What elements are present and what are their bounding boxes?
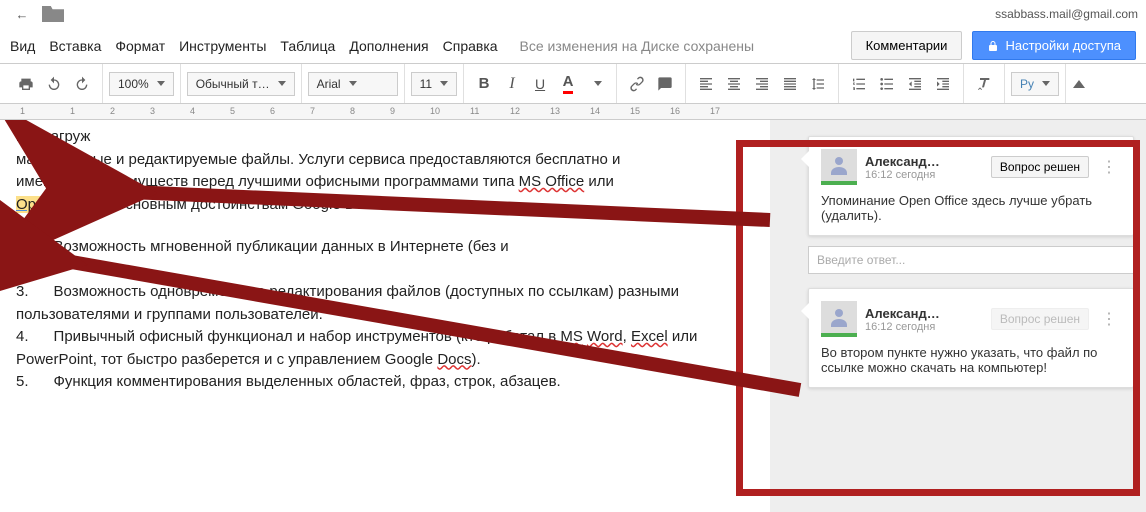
chevron-down-icon xyxy=(349,81,357,86)
avatar xyxy=(821,149,857,185)
align-left-icon[interactable] xyxy=(692,70,720,98)
comment-time: 16:12 сегодня xyxy=(865,169,983,181)
doc-line: Open Office. К основным достоинствам Goo… xyxy=(16,194,754,217)
link-icon[interactable] xyxy=(623,70,651,98)
chevron-down-icon xyxy=(1042,81,1050,86)
italic-button[interactable]: I xyxy=(498,70,526,98)
list-item: 1. Возможность мгновенной публикации дан… xyxy=(16,236,754,259)
chevron-down-icon xyxy=(440,81,448,86)
menubar: Вид Вставка Формат Инструменты Таблица Д… xyxy=(0,28,1146,64)
list-item: 4. Привычный офисный функционал и набор … xyxy=(16,326,754,371)
comment-icon[interactable] xyxy=(651,70,679,98)
font-select[interactable]: Arial xyxy=(308,72,398,96)
menu-view[interactable]: Вид xyxy=(10,38,35,54)
align-right-icon[interactable] xyxy=(748,70,776,98)
menu-table[interactable]: Таблица xyxy=(280,38,335,54)
share-button-label: Настройки доступа xyxy=(1005,38,1121,53)
clear-format-icon[interactable] xyxy=(970,70,998,98)
decrease-indent-icon[interactable] xyxy=(901,70,929,98)
comment-body: Во втором пункте нужно указать, что файл… xyxy=(821,345,1121,375)
comment-body: Упоминание Open Office здесь лучше убрат… xyxy=(821,193,1121,223)
comments-pane: Александ… 16:12 сегодня Вопрос решен ⋮ У… xyxy=(770,120,1146,512)
line-spacing-icon[interactable] xyxy=(804,70,832,98)
comment-card[interactable]: Александ… 16:12 сегодня Вопрос решен ⋮ В… xyxy=(808,288,1134,388)
highlighted-text: Open Office xyxy=(16,196,96,213)
comment-card[interactable]: Александ… 16:12 сегодня Вопрос решен ⋮ У… xyxy=(808,136,1134,236)
reply-input[interactable]: Введите ответ... xyxy=(808,246,1134,274)
back-button[interactable]: ← xyxy=(8,0,36,28)
comment-time: 16:12 сегодня xyxy=(865,321,983,333)
redo-icon[interactable] xyxy=(68,70,96,98)
menu-addons[interactable]: Дополнения xyxy=(349,38,428,54)
color-more-icon[interactable] xyxy=(582,70,610,98)
chevron-down-icon xyxy=(278,81,286,86)
paragraph-style-select[interactable]: Обычный т… xyxy=(187,72,295,96)
menu-help[interactable]: Справка xyxy=(443,38,498,54)
undo-icon[interactable] xyxy=(40,70,68,98)
comments-button[interactable]: Комментарии xyxy=(851,31,963,60)
ruler[interactable]: 1 1 2 3 4 5 6 7 8 9 10 11 12 13 14 15 16… xyxy=(0,104,1146,120)
resolve-button[interactable]: Вопрос решен xyxy=(991,308,1089,330)
numbered-list-icon[interactable] xyxy=(845,70,873,98)
bulleted-list-icon[interactable] xyxy=(873,70,901,98)
menu-tools[interactable]: Инструменты xyxy=(179,38,266,54)
document-page[interactable]: все загруж матриваемые и редактируемые ф… xyxy=(0,120,770,512)
align-center-icon[interactable] xyxy=(720,70,748,98)
print-icon[interactable] xyxy=(12,70,40,98)
share-button[interactable]: Настройки доступа xyxy=(972,31,1136,60)
align-justify-icon[interactable] xyxy=(776,70,804,98)
font-size-select[interactable]: 11 xyxy=(411,72,457,96)
chevron-down-icon xyxy=(157,81,165,86)
input-tools-select[interactable]: Py xyxy=(1011,72,1059,96)
more-icon[interactable]: ⋮ xyxy=(1097,309,1121,329)
text-color-button[interactable]: A xyxy=(554,70,582,98)
menu-insert[interactable]: Вставка xyxy=(49,38,101,54)
chevron-up-icon xyxy=(1073,80,1085,88)
expand-toolbar-button[interactable] xyxy=(1066,80,1092,88)
list-item: 5. Функция комментирования выделенных об… xyxy=(16,371,754,394)
list-item: 3. Возможность одновременного редактиров… xyxy=(16,281,754,326)
resolve-button[interactable]: Вопрос решен xyxy=(991,156,1089,178)
lock-icon xyxy=(987,40,999,52)
more-icon[interactable]: ⋮ xyxy=(1097,157,1121,177)
increase-indent-icon[interactable] xyxy=(929,70,957,98)
toolbar: 100% Обычный т… Arial 11 B I U A Py xyxy=(0,64,1146,104)
folder-icon[interactable] xyxy=(42,6,64,22)
doc-highlight-marker xyxy=(16,259,754,282)
doc-line: матриваемые и редактируемые файлы. Услуг… xyxy=(16,149,754,172)
save-state-label: Все изменения на Диске сохранены xyxy=(520,38,755,54)
doc-line: имеют ряд преимуществ перед лучшими офис… xyxy=(16,171,754,194)
bold-button[interactable]: B xyxy=(470,70,498,98)
user-email[interactable]: ssabbass.mail@gmail.com xyxy=(995,7,1138,21)
comment-author: Александ… xyxy=(865,154,983,169)
doc-line: все загруж xyxy=(16,126,754,149)
menu-format[interactable]: Формат xyxy=(115,38,165,54)
underline-button[interactable]: U xyxy=(526,70,554,98)
comment-author: Александ… xyxy=(865,306,983,321)
zoom-select[interactable]: 100% xyxy=(109,72,174,96)
avatar xyxy=(821,301,857,337)
